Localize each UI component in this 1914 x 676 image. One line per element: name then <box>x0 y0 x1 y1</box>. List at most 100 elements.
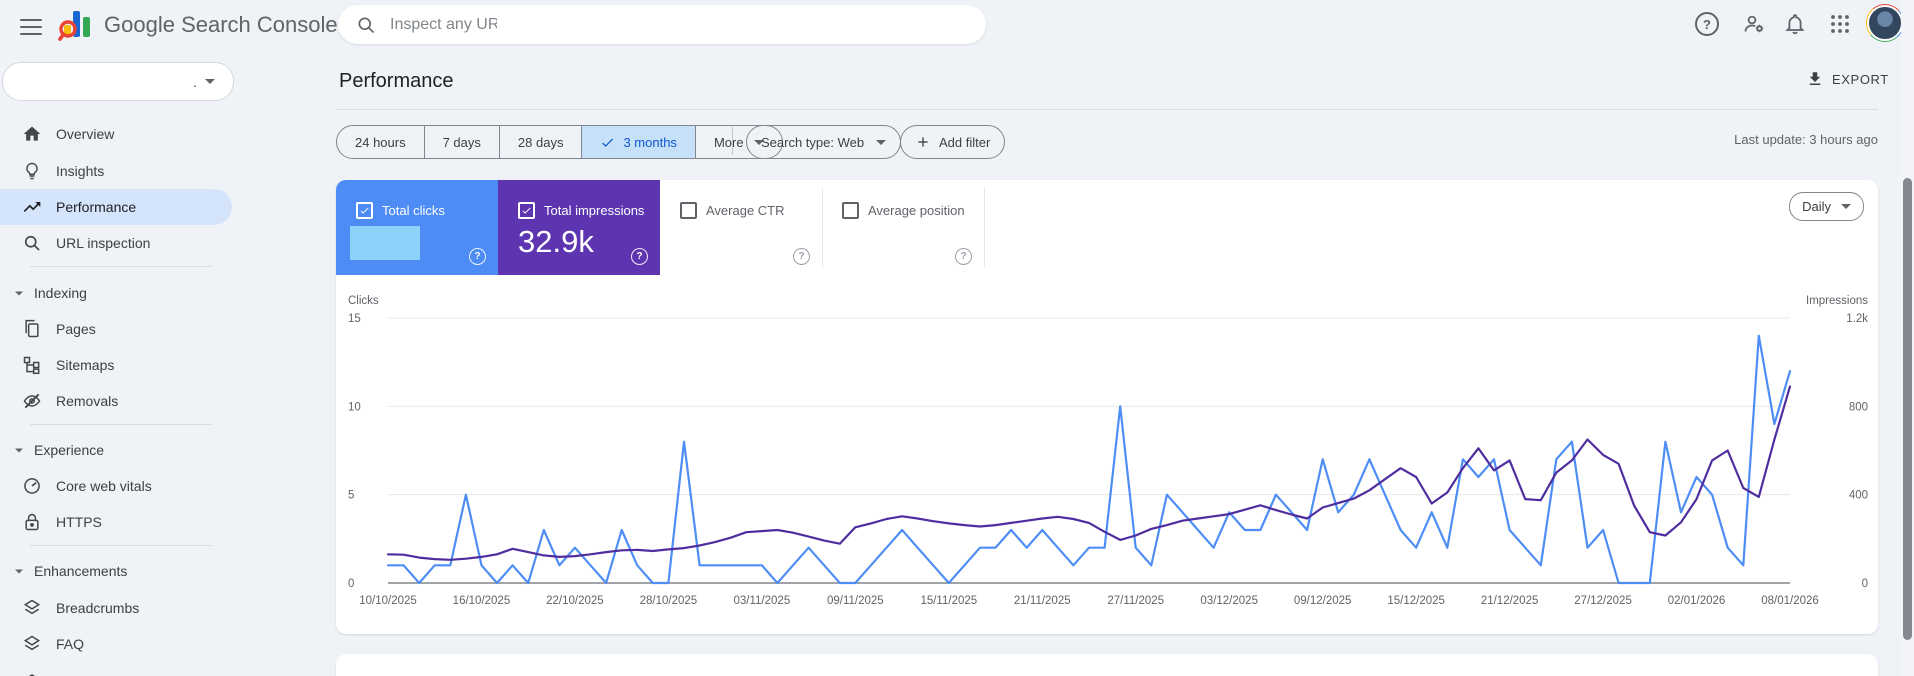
left-axis-title: Clicks <box>348 295 379 307</box>
tile-label: Total impressions <box>544 203 645 218</box>
sidebar-section-indexing[interactable]: Indexing <box>0 278 232 308</box>
google-apps-grid-icon[interactable] <box>1827 11 1853 37</box>
x-axis-label: 28/10/2025 <box>639 595 698 607</box>
sidebar-item-label: FAQ <box>56 636 85 652</box>
export-label: EXPORT <box>1832 71 1889 87</box>
avatar-photo <box>1867 5 1903 41</box>
divider <box>732 127 733 155</box>
range-label: 3 months <box>623 134 677 150</box>
x-axis-label: 16/10/2025 <box>452 595 511 607</box>
granularity-dropdown[interactable]: Daily <box>1789 192 1864 221</box>
export-button[interactable]: EXPORT <box>1806 70 1889 88</box>
right-axis-title: Impressions <box>1806 295 1868 307</box>
add-filter-button[interactable]: Add filter <box>900 125 1006 159</box>
range-7-days[interactable]: 7 days <box>425 126 500 158</box>
axis-tick-label: 10 <box>348 401 361 413</box>
sidebar-item-pages[interactable]: Pages <box>0 311 232 347</box>
checkbox-checked-icon[interactable] <box>518 202 535 219</box>
help-icon[interactable]: ? <box>469 248 486 265</box>
range-24-hours[interactable]: 24 hours <box>337 126 425 158</box>
chart-canvas[interactable]: Clicks Impressions 0 0 5 400 10 800 15 1.2k <box>340 290 1878 620</box>
section-collapse-icon <box>15 291 23 295</box>
sidebar-item-overview[interactable]: Overview <box>0 116 232 152</box>
sidebar-item-label: URL inspection <box>56 235 151 251</box>
search-icon <box>356 15 376 35</box>
manage-users-icon[interactable] <box>1741 11 1767 37</box>
help-icon[interactable]: ? <box>631 248 648 265</box>
google-search-console-app: Google Search Console Inspect any URL i … <box>0 0 1914 676</box>
sidebar-item-sitemaps[interactable]: Sitemaps <box>0 347 232 383</box>
sidebar-item-breadcrumbs[interactable]: Breadcrumbs <box>0 590 232 626</box>
download-icon <box>1806 70 1824 88</box>
average-position-tile[interactable]: Average position ? <box>822 180 984 275</box>
sidebar-item-label: HTTPS <box>56 514 102 530</box>
help-icon[interactable]: ? <box>955 248 972 265</box>
average-ctr-tile[interactable]: Average CTR ? <box>660 180 822 275</box>
checkbox-unchecked-icon[interactable] <box>680 202 697 219</box>
user-avatar[interactable] <box>1866 4 1904 42</box>
sidebar-item-partial[interactable] <box>0 662 232 676</box>
check-icon <box>602 138 614 147</box>
total-clicks-tile[interactable]: Total clicks ? <box>336 180 498 275</box>
sidebar-item-label: Performance <box>56 199 137 215</box>
axis-tick-label: 0 <box>348 578 354 590</box>
layers-icon <box>22 634 42 654</box>
performance-chart[interactable]: Clicks Impressions 0 0 5 400 10 800 15 1.2k 10/10/… <box>340 290 1878 620</box>
sidebar-item-label: Pages <box>56 321 96 337</box>
help-icon[interactable]: ? <box>1694 11 1720 37</box>
sitemap-tree-icon <box>22 355 42 375</box>
layers-icon <box>22 598 42 618</box>
total-impressions-tile[interactable]: Total impressions 32.9k ? <box>498 180 660 275</box>
plus-icon <box>918 137 928 147</box>
axis-tick-label: 400 <box>1849 490 1868 502</box>
x-axis-label: 21/11/2025 <box>1013 595 1071 607</box>
sidebar-item-removals[interactable]: Removals <box>0 383 232 419</box>
app-title-primary: Google <box>104 12 175 37</box>
series-line-impressions <box>386 385 1792 561</box>
sidebar-item-https[interactable]: HTTPS <box>0 504 232 540</box>
divider <box>30 266 212 267</box>
range-28-days[interactable]: 28 days <box>500 126 583 158</box>
sidebar-item-label: Insights <box>56 163 105 179</box>
help-icon[interactable]: ? <box>793 248 810 265</box>
x-axis-label: 03/12/2025 <box>1200 595 1258 607</box>
sidebar-item-performance[interactable]: Performance <box>0 189 232 225</box>
sidebar-item-core-web-vitals[interactable]: Core web vitals <box>0 468 232 504</box>
checkbox-checked-icon[interactable] <box>356 202 373 219</box>
x-axis-label: 08/01/2026 <box>1761 595 1819 607</box>
section-label: Indexing <box>34 285 87 301</box>
search-type-filter[interactable]: Search type: Web <box>746 125 902 159</box>
notifications-bell-icon[interactable] <box>1782 11 1808 37</box>
range-3-months[interactable]: 3 months <box>582 126 696 158</box>
x-axis-label: 22/10/2025 <box>546 595 604 607</box>
x-axis-label: 15/11/2025 <box>920 595 978 607</box>
lock-icon <box>22 512 42 532</box>
section-collapse-icon <box>15 448 23 452</box>
more-label: More <box>713 134 744 150</box>
property-selector[interactable]: . <box>2 62 234 101</box>
x-axis-label: 27/11/2025 <box>1107 595 1165 607</box>
checkbox-unchecked-icon[interactable] <box>842 202 859 219</box>
divider <box>30 545 212 546</box>
search-type-label: Search type: Web <box>761 134 865 150</box>
pages-icon <box>22 319 42 339</box>
sidebar-section-enhancements[interactable]: Enhancements <box>0 556 232 586</box>
chevron-down-icon <box>876 139 887 145</box>
axis-tick-label: 800 <box>1849 401 1868 413</box>
search-console-logo-icon <box>58 7 96 43</box>
x-axis-label: 21/12/2025 <box>1480 595 1539 607</box>
home-icon <box>22 124 42 144</box>
section-label: Experience <box>34 442 105 458</box>
scrollbar-thumb[interactable] <box>1903 178 1912 640</box>
property-label: . <box>193 73 197 90</box>
sidebar-section-experience[interactable]: Experience <box>0 435 232 465</box>
axis-tick-label: 15 <box>348 313 361 325</box>
x-axis-label: 09/11/2025 <box>826 595 884 607</box>
sidebar-item-url-inspection[interactable]: URL inspection <box>0 225 232 261</box>
section-label: Enhancements <box>34 563 128 579</box>
hamburger-menu-icon[interactable] <box>20 14 42 35</box>
sidebar-item-label: Core web vitals <box>56 478 152 494</box>
section-collapse-icon <box>15 569 23 573</box>
sidebar-item-faq[interactable]: FAQ <box>0 626 232 662</box>
sidebar-item-insights[interactable]: Insights <box>0 153 232 189</box>
